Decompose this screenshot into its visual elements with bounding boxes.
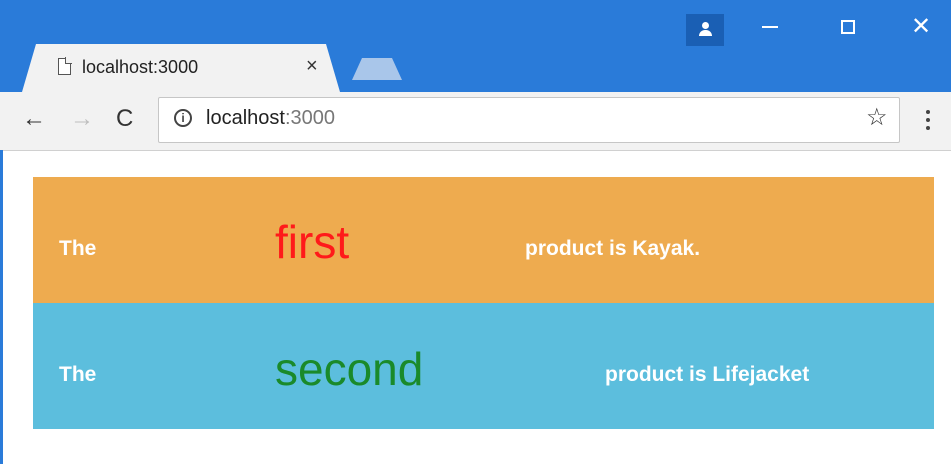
row-ordinal: first: [275, 216, 350, 268]
url-host: localhost: [206, 107, 285, 129]
forward-arrow-icon[interactable]: →: [70, 104, 94, 134]
profile-icon[interactable]: [686, 14, 724, 46]
tab-close-icon[interactable]: ×: [306, 56, 318, 76]
menu-kebab-icon[interactable]: [926, 110, 930, 134]
row-suffix: product is Kayak.: [525, 237, 701, 260]
product-row-2: The second product is Lifejacket: [33, 303, 934, 429]
product-row-1: The first product is Kayak.: [33, 177, 934, 303]
bookmark-star-icon[interactable]: ☆: [866, 104, 888, 132]
tab-title: localhost:3000: [82, 57, 199, 77]
window-close-icon[interactable]: ✕: [911, 15, 931, 39]
back-arrow-icon[interactable]: ←: [22, 104, 46, 134]
minimize-icon[interactable]: [762, 26, 778, 28]
row-ordinal: second: [275, 343, 424, 395]
info-icon[interactable]: i: [174, 109, 192, 127]
url-port: :3000: [284, 107, 335, 129]
reload-icon[interactable]: C: [116, 104, 133, 134]
window-border: [0, 150, 3, 464]
profile-body: [699, 30, 712, 36]
profile-head: [702, 22, 709, 29]
page-icon: [58, 57, 72, 75]
maximize-icon[interactable]: [841, 20, 855, 34]
url-text[interactable]: localhost:3000: [206, 107, 335, 130]
row-prefix: The: [59, 363, 97, 386]
row-suffix: product is Lifejacket: [605, 363, 810, 386]
row-prefix: The: [59, 237, 97, 260]
